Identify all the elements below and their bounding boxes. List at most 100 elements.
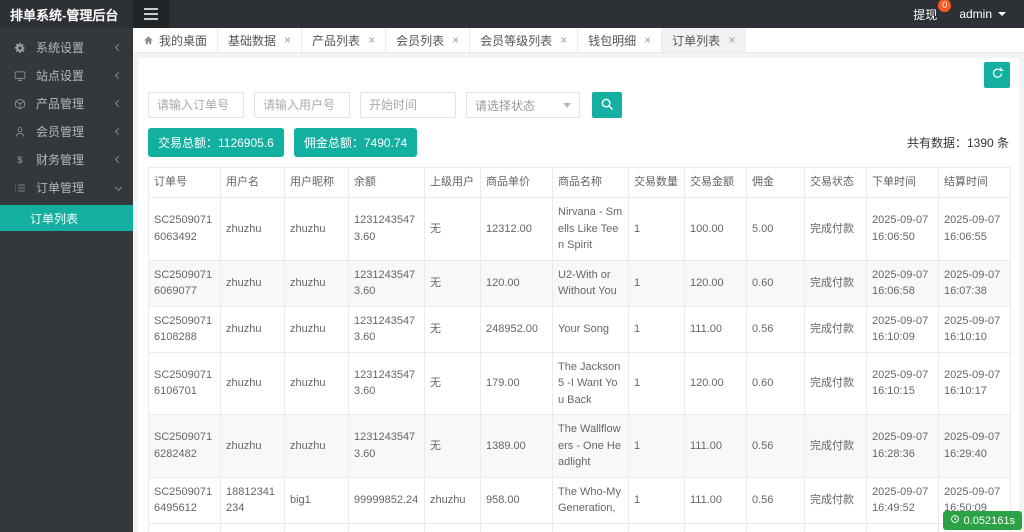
table-cell: The Jackson 5 -I Want You Back: [553, 352, 629, 415]
withdraw-link[interactable]: 提现 0: [913, 6, 937, 23]
table-cell: 完成付款: [805, 198, 867, 261]
sidebar-item-product-mgmt[interactable]: 产品管理: [0, 92, 133, 115]
table-cell: 248952.00: [481, 306, 553, 352]
table-cell: 无: [425, 260, 481, 306]
table-cell: The Wallflowers - One Headlight: [553, 415, 629, 478]
tab-product-list[interactable]: 产品列表 ×: [302, 28, 386, 52]
tab-label: 基础数据: [228, 32, 276, 49]
trade-total-button[interactable]: 交易总额：1126905.6: [148, 128, 284, 157]
order-no-input[interactable]: [148, 92, 244, 118]
start-time-input[interactable]: [360, 92, 456, 118]
column-header: 订单号: [149, 168, 221, 198]
close-icon[interactable]: ×: [644, 33, 651, 47]
table-cell: 58740.00: [481, 523, 553, 532]
sidebar-item-label: 订单管理: [36, 179, 84, 196]
table-cell: 无: [425, 415, 481, 478]
orders-icon: [14, 182, 28, 194]
sidebar-item-member-mgmt[interactable]: 会员管理: [0, 120, 133, 143]
user-no-input[interactable]: [254, 92, 350, 118]
table-cell: zhuzhu: [285, 306, 349, 352]
chevron-left-icon: [115, 128, 122, 135]
table-cell: 12312435473.60: [349, 198, 425, 261]
table-cell: 1: [629, 415, 685, 478]
tab-wallet-detail[interactable]: 钱包明细 ×: [578, 28, 662, 52]
table-cell: 1: [629, 306, 685, 352]
product-icon: [14, 98, 28, 110]
chevron-left-icon: [115, 156, 122, 163]
column-header: 商品单价: [481, 168, 553, 198]
tab-my-desktop[interactable]: 我的桌面: [133, 28, 218, 52]
search-button[interactable]: [592, 92, 622, 118]
sidebar-item-system-settings[interactable]: 系统设置: [0, 36, 133, 59]
tab-label: 会员等级列表: [480, 32, 552, 49]
load-time-badge: 0.052161s: [943, 511, 1022, 530]
tab-order-list[interactable]: 订单列表×: [662, 28, 746, 52]
table-cell: 0.56: [747, 415, 805, 478]
sidebar-item-label: 财务管理: [36, 151, 84, 168]
table-cell: zhuzhu: [221, 306, 285, 352]
close-icon[interactable]: ×: [560, 33, 567, 47]
close-icon[interactable]: ×: [368, 33, 375, 47]
gear-icon: [14, 42, 28, 54]
chevron-down-icon: [115, 184, 122, 191]
close-icon[interactable]: ×: [284, 33, 291, 47]
table-cell: 完成付款: [805, 352, 867, 415]
sidebar: 系统设置站点设置产品管理会员管理 $ 财务管理订单管理订单列表: [0, 28, 133, 532]
table-row: SC25090716282482zhuzhuzhuzhu12312435473.…: [149, 415, 1011, 478]
menu-toggle-button[interactable]: [133, 0, 169, 28]
table-cell: 2025-09-07 16:10:17: [939, 352, 1011, 415]
sidebar-item-finance-mgmt[interactable]: $ 财务管理: [0, 148, 133, 171]
chevron-left-icon: [115, 72, 122, 79]
tab-basic-data[interactable]: 基础数据 ×: [218, 28, 302, 52]
table-cell: 2025-09-07 16:49:52: [867, 477, 939, 523]
chevron-left-icon: [115, 44, 122, 51]
close-icon[interactable]: ×: [728, 33, 735, 47]
tab-label: 钱包明细: [588, 32, 636, 49]
table-cell: zhuzhu: [285, 415, 349, 478]
user-menu[interactable]: admin: [959, 7, 1006, 21]
table-cell: zhuzhu: [221, 352, 285, 415]
svg-text:$: $: [17, 155, 22, 165]
tab-member-list[interactable]: 会员列表×: [386, 28, 470, 52]
sidebar-item-site-settings[interactable]: 站点设置: [0, 64, 133, 87]
table-cell: 0.56: [747, 306, 805, 352]
filter-bar: 请选择状态: [138, 92, 1019, 126]
column-header: 上级用户: [425, 168, 481, 198]
table-cell: SC25090716495612: [149, 477, 221, 523]
sidebar-item-label: 产品管理: [36, 95, 84, 112]
order-list-panel: 请选择状态 交易总额：1126905.6 佣金总额：7490.74 共有数据：1…: [138, 58, 1019, 532]
column-header: 用户昵称: [285, 168, 349, 198]
table-cell: 120.00: [685, 260, 747, 306]
withdraw-badge: 0: [938, 0, 951, 12]
table-cell: U2-With or Without You: [553, 260, 629, 306]
sidebar-item-order-mgmt[interactable]: 订单管理: [0, 176, 133, 199]
table-cell: 0.56: [747, 523, 805, 532]
column-header: 交易金额: [685, 168, 747, 198]
commission-total-button[interactable]: 佣金总额：7490.74: [294, 128, 417, 157]
table-cell: 1389.00: [481, 415, 553, 478]
table-cell: 12312435473.60: [349, 415, 425, 478]
table-cell: 2025-09-07 16:28:36: [867, 415, 939, 478]
finance-icon: $: [14, 154, 28, 166]
table-cell: 120.00: [481, 260, 553, 306]
table-row: SC25090716063492zhuzhuzhuzhu12312435473.…: [149, 198, 1011, 261]
table-cell: 5.00: [747, 198, 805, 261]
tab-member-level-list[interactable]: 会员等级列表 ×: [470, 28, 578, 52]
table-cell: 2025-09-07 16:07:38: [939, 260, 1011, 306]
table-cell: 12312.00: [481, 198, 553, 261]
withdraw-label: 提现: [913, 8, 937, 22]
column-header: 交易数量: [629, 168, 685, 198]
table-cell: SC25090716282482: [149, 415, 221, 478]
clock-icon: [950, 514, 960, 527]
status-select-value: 请选择状态: [475, 97, 535, 114]
close-icon[interactable]: ×: [452, 33, 459, 47]
tab-label: 产品列表: [312, 32, 360, 49]
table-cell: 1: [629, 198, 685, 261]
table-cell: zhuzhu: [285, 198, 349, 261]
refresh-button[interactable]: [984, 62, 1010, 88]
sidebar-subitem-order-list[interactable]: 订单列表: [0, 205, 133, 231]
status-select[interactable]: 请选择状态: [466, 92, 580, 118]
table-cell: The Who-My Generation,: [553, 477, 629, 523]
table-cell: zhuzhu: [285, 260, 349, 306]
table-cell: 12312435473.60: [349, 306, 425, 352]
